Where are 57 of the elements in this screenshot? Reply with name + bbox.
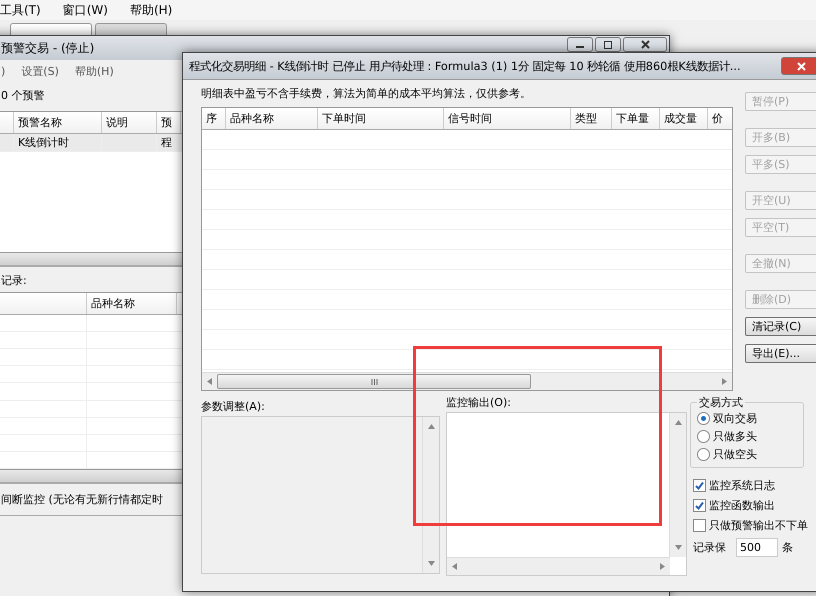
column-header[interactable]: 信号时间 (444, 108, 571, 129)
scroll-up-icon[interactable] (674, 419, 682, 426)
table-cell: K线倒计时 (14, 134, 102, 151)
status-text: 间断监控 (无论有无新行情都定时 (1, 493, 163, 506)
scroll-right-icon[interactable] (659, 563, 666, 570)
close-icon (640, 40, 650, 49)
checkbox-option[interactable]: 监控系统日志 (693, 478, 808, 493)
scroll-down-icon[interactable] (428, 560, 434, 567)
params-label: 参数调整(A): (201, 399, 266, 414)
table-cell: 程 (157, 134, 181, 151)
column-header[interactable]: 品种名称 (87, 293, 177, 314)
maximize-icon (604, 40, 612, 48)
group-title: 交易方式 (698, 395, 744, 410)
keep-label: 记录保 (693, 540, 726, 555)
column-header[interactable]: 类型 (571, 108, 612, 129)
window-title: 预警交易 - (停止) (1, 40, 96, 56)
monitor-label: 监控输出(O): (446, 395, 512, 410)
close-button[interactable] (781, 57, 816, 75)
menu-item[interactable]: 帮助(H) (74, 64, 114, 78)
close-button[interactable] (623, 37, 667, 52)
note-text: 明细表中盈亏不含手续费，算法为简单的成本平均算法，仅供参考。 (201, 86, 532, 101)
checkbox-option[interactable]: 只做预警输出不下单 (693, 518, 808, 533)
minimize-button[interactable] (567, 37, 593, 52)
menu-item[interactable]: 设置(S) (21, 64, 59, 78)
scroll-left-icon[interactable] (206, 378, 213, 385)
radio-option[interactable]: 只做多头 (697, 429, 797, 444)
column-header[interactable]: 下单量 (612, 108, 660, 129)
maximize-button[interactable] (595, 37, 621, 52)
menu-item[interactable]: ) (1, 64, 6, 78)
action-button[interactable]: 清记录(C) (745, 317, 816, 336)
alert-count: 0 个预警 (1, 89, 44, 102)
menu-item[interactable]: 窗口(W) (62, 2, 108, 18)
action-button[interactable]: 导出(E)... (745, 344, 816, 363)
records-label: 记录: (1, 274, 27, 287)
column-header[interactable]: 品种名称 (226, 108, 318, 129)
menu-item[interactable]: 帮助(H) (130, 2, 172, 18)
scroll-right-icon[interactable] (721, 378, 728, 385)
radio-option[interactable]: 双向交易 (697, 411, 797, 426)
unit-label: 条 (782, 540, 793, 555)
radio-option[interactable]: 只做空头 (697, 447, 797, 462)
scroll-down-icon[interactable] (674, 544, 682, 551)
column-header[interactable]: 预警名称 (14, 112, 102, 133)
scroll-up-icon[interactable] (428, 423, 434, 430)
menu-item[interactable]: 工具(T) (0, 2, 41, 18)
scroll-left-icon[interactable] (451, 563, 458, 570)
checkbox-option[interactable]: 监控函数输出 (693, 498, 808, 513)
keep-field[interactable]: 500 (736, 538, 778, 557)
column-header[interactable]: 预 (157, 112, 181, 133)
column-header[interactable]: 下单时间 (318, 108, 444, 129)
column-header[interactable]: 说明 (102, 112, 157, 133)
column-header[interactable]: 价 (708, 108, 732, 129)
close-icon (796, 62, 806, 70)
scrollbar-thumb[interactable] (217, 374, 531, 389)
column-header[interactable]: 序 (202, 108, 226, 129)
grip-icon (370, 378, 378, 384)
column-header[interactable]: 成交量 (660, 108, 708, 129)
window-title: 程式化交易明细 - K线倒计时 已停止 用户待处理 : Formula3 (1) 1分 固定每 10 秒轮循 使用860根K线数据计... (189, 58, 742, 74)
